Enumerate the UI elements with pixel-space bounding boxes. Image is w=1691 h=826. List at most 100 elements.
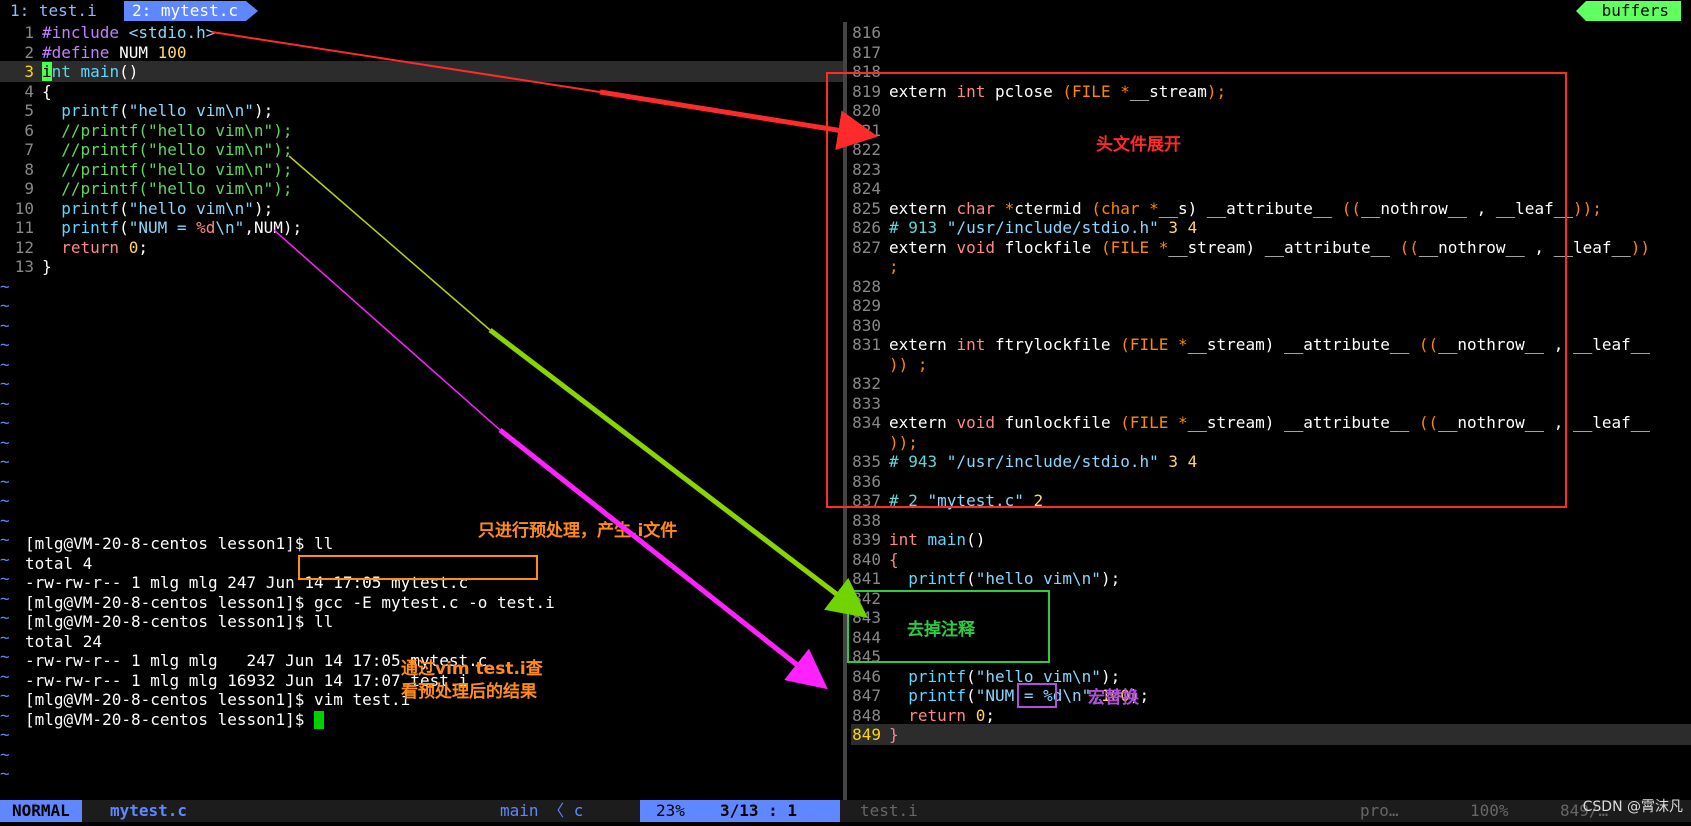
macro-value-box (1017, 683, 1057, 708)
code-token: main (80, 62, 120, 81)
note-header-expand: 头文件展开 (1096, 135, 1181, 155)
right-code-line[interactable]: 839 int main() (851, 529, 1691, 550)
empty-line-marker: ~ (0, 491, 10, 510)
command-line[interactable] (0, 822, 1691, 826)
code-token: { (42, 81, 52, 101)
status-percent: 23% (656, 801, 685, 820)
left-code-line[interactable]: 12 return 0; (0, 237, 843, 258)
empty-line-marker: ~ (0, 374, 10, 393)
empty-line-marker: ~ (0, 452, 10, 471)
code-token: \n" (215, 218, 245, 237)
line-number: 849 (852, 725, 881, 744)
code-token: ); (1100, 569, 1121, 588)
terminal-cursor[interactable] (313, 711, 324, 729)
code-token: } (889, 725, 899, 744)
empty-line-marker: ~ (0, 510, 10, 530)
code-token: "NUM = (128, 218, 197, 237)
empty-line-marker: ~ (0, 530, 10, 549)
note-preprocess-only: 只进行预处理，产生.i文件 (478, 521, 678, 541)
line-number: 847 (852, 686, 881, 705)
terminal-text: [mlg@VM-20-8-centos lesson1]$ ll (25, 534, 334, 553)
left-code-line[interactable]: 11 printf("NUM = %d\n",NUM); (0, 217, 843, 238)
code-token: )); (1572, 198, 1602, 218)
right-code-line[interactable]: 846 printf("hello vim\n"); (851, 666, 1691, 687)
right-code-line[interactable]: 840 { (851, 549, 1691, 570)
left-code-line[interactable]: 3 int main() (0, 61, 843, 82)
left-code-line[interactable]: 10 printf("hello vim\n"); (0, 198, 843, 219)
terminal-line: [mlg@VM-20-8-centos lesson1]$ ll (25, 533, 333, 554)
right-code-line[interactable]: 817 (851, 42, 1691, 63)
tab-mytest-c[interactable]: 2: mytest.c (124, 1, 258, 21)
left-code-line[interactable]: 1 #include <stdio.h> (0, 22, 843, 43)
left-code-line[interactable]: 2 #define NUM 100 (0, 42, 843, 63)
code-token: %d (196, 218, 216, 237)
terminal-text: [mlg@VM-20-8-centos lesson1]$ ll (25, 612, 334, 631)
left-code-line[interactable]: 7 //printf("hello vim\n"); (0, 139, 843, 160)
empty-line-marker: ~ (0, 744, 10, 764)
status-right-pro: pro… (1360, 801, 1399, 820)
status-filename: mytest.c (110, 801, 188, 820)
line-number: 6 (24, 120, 34, 140)
buffers-label[interactable]: buffers (1575, 1, 1681, 21)
empty-line-marker: ~ (0, 627, 10, 647)
code-token: ; (138, 237, 148, 257)
empty-line-marker: ~ (0, 764, 10, 783)
left-code-line[interactable]: 5 printf("hello vim\n"); (0, 100, 843, 121)
right-code-line[interactable]: 816 (851, 22, 1691, 43)
code-token: )) (1630, 237, 1651, 257)
code-token: #include (42, 23, 129, 42)
code-token: //printf("hello vim\n"); (42, 179, 293, 198)
code-token: "hello vim\n" (128, 101, 254, 120)
code-token: //printf("hello vim\n"); (42, 120, 293, 140)
line-number: 816 (852, 23, 881, 42)
line-number: 2 (24, 42, 34, 62)
empty-line-marker: ~ (0, 315, 10, 335)
code-token: ( (966, 569, 976, 588)
line-number: 841 (852, 569, 881, 588)
mode-indicator: NORMAL (0, 800, 82, 822)
code-token: return (61, 237, 129, 257)
empty-line-marker: ~ (0, 296, 10, 315)
note-view-line2: 看预处理后的结果 (401, 682, 537, 702)
terminal-line: [mlg@VM-20-8-centos lesson1]$ ll (25, 611, 333, 632)
empty-line-marker: ~ (0, 686, 10, 705)
left-code-line[interactable]: 4{ (0, 81, 843, 102)
empty-line-marker: ~ (0, 354, 10, 374)
code-token: printf (61, 198, 120, 218)
empty-line-marker: ~ (0, 666, 10, 686)
left-code-line[interactable]: 8 //printf("hello vim\n"); (0, 159, 843, 180)
line-number: 12 (14, 237, 34, 257)
line-number: 848 (852, 705, 881, 725)
line-number: 11 (14, 218, 34, 237)
left-code-line[interactable]: 9 //printf("hello vim\n"); (0, 178, 843, 199)
tab-test-i[interactable]: 1: test.i (2, 1, 105, 21)
line-number: 9 (24, 179, 34, 198)
code-token: return (908, 705, 976, 725)
code-token: printf (61, 218, 120, 237)
status-function: main 〈 c (500, 801, 584, 820)
line-number: 817 (852, 42, 881, 62)
right-code-line[interactable]: 847 printf("NUM = %d\n",100); (851, 685, 1691, 706)
code-token: { (889, 549, 899, 569)
terminal-text: total 4 (25, 553, 93, 573)
right-code-line[interactable]: 849} (851, 724, 1691, 745)
status-right-filename: test.i (860, 801, 918, 820)
empty-line-marker: ~ (0, 471, 10, 491)
statusline: NORMAL mytest.c main 〈 c 23% 3/13 : 1 te… (0, 800, 1691, 822)
left-code-line[interactable]: 6 //printf("hello vim\n"); (0, 120, 843, 141)
code-token: 100 (157, 42, 187, 62)
terminal-line: [mlg@VM-20-8-centos lesson1]$ vim test.i (25, 689, 410, 710)
right-code-line[interactable]: 848 return 0; (851, 705, 1691, 726)
empty-line-marker: ~ (0, 608, 10, 627)
right-code-line[interactable]: 838 (851, 510, 1691, 531)
right-code-line[interactable]: 841 printf("hello vim\n"); (851, 568, 1691, 589)
code-token: ; (985, 705, 995, 725)
code-token: ( (119, 218, 129, 237)
left-code-line[interactable]: 13} (0, 256, 843, 277)
